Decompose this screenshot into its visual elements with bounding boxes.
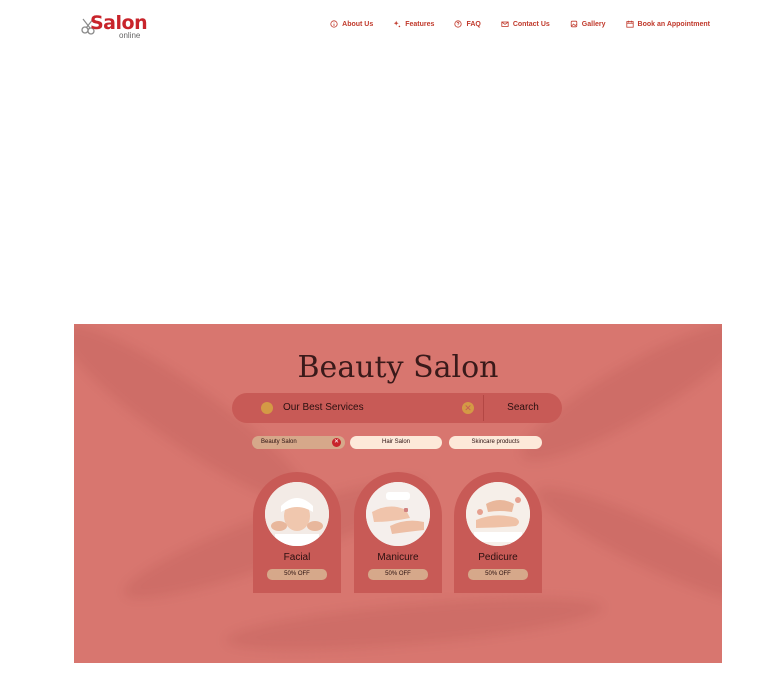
discount-badge: 50% OFF <box>468 569 528 580</box>
nav-label: Book an Appointment <box>637 20 710 28</box>
calendar-icon <box>625 20 634 28</box>
mail-icon <box>501 21 509 27</box>
facial-photo <box>265 482 329 546</box>
manicure-photo <box>366 482 430 546</box>
nav-label: Features <box>405 20 435 28</box>
nav-faq[interactable]: FAQ <box>454 20 481 28</box>
search-button: Search <box>507 402 539 413</box>
pedicure-photo <box>466 482 530 546</box>
chip-hair-salon: Hair Salon <box>350 436 442 449</box>
question-icon <box>454 20 463 28</box>
nav-label: FAQ <box>466 20 481 28</box>
service-card-manicure: Manicure 50% OFF <box>354 472 442 593</box>
logo-subtitle: online <box>119 31 141 40</box>
service-card-pedicure: Pedicure 50% OFF <box>454 472 542 593</box>
nav-label: Contact Us <box>512 20 550 28</box>
card-title: Facial <box>283 552 311 563</box>
nav-gallery[interactable]: Gallery <box>570 20 606 28</box>
search-input: Our Best Services <box>283 402 364 413</box>
discount-badge: 50% OFF <box>267 569 327 580</box>
search-icon <box>261 402 273 414</box>
leaf-shadow <box>222 587 606 661</box>
nav-label: About Us <box>342 20 374 28</box>
service-search-bar: Our Best Services ✕ Search <box>232 393 562 423</box>
nav-book-appointment[interactable]: Book an Appointment <box>625 20 710 28</box>
info-icon <box>330 20 338 28</box>
salon-online-logo[interactable]: Salon online <box>80 12 150 42</box>
banner-title: Beauty Salon <box>297 350 499 385</box>
chip-beauty-salon: Beauty Salon ✕ <box>252 436 345 449</box>
card-title: Pedicure <box>478 552 518 563</box>
hero-banner-image: Beauty Salon Our Best Services ✕ Search … <box>74 324 722 663</box>
main-nav: About Us Features FAQ Contact Us Gallery… <box>330 20 710 28</box>
close-icon: ✕ <box>332 438 341 447</box>
clear-icon: ✕ <box>462 402 474 414</box>
card-title: Manicure <box>377 552 419 563</box>
gallery-icon <box>570 20 577 28</box>
sparkle-icon <box>394 20 401 28</box>
discount-badge: 50% OFF <box>368 569 428 580</box>
service-card-facial: Facial 50% OFF <box>253 472 341 593</box>
nav-features[interactable]: Features <box>393 20 434 28</box>
chip-label: Beauty Salon <box>261 439 297 445</box>
nav-label: Gallery <box>581 20 606 28</box>
nav-about-us[interactable]: About Us <box>330 20 373 28</box>
nav-contact-us[interactable]: Contact Us <box>501 20 550 28</box>
chip-skincare-products: Skincare products <box>449 436 542 449</box>
